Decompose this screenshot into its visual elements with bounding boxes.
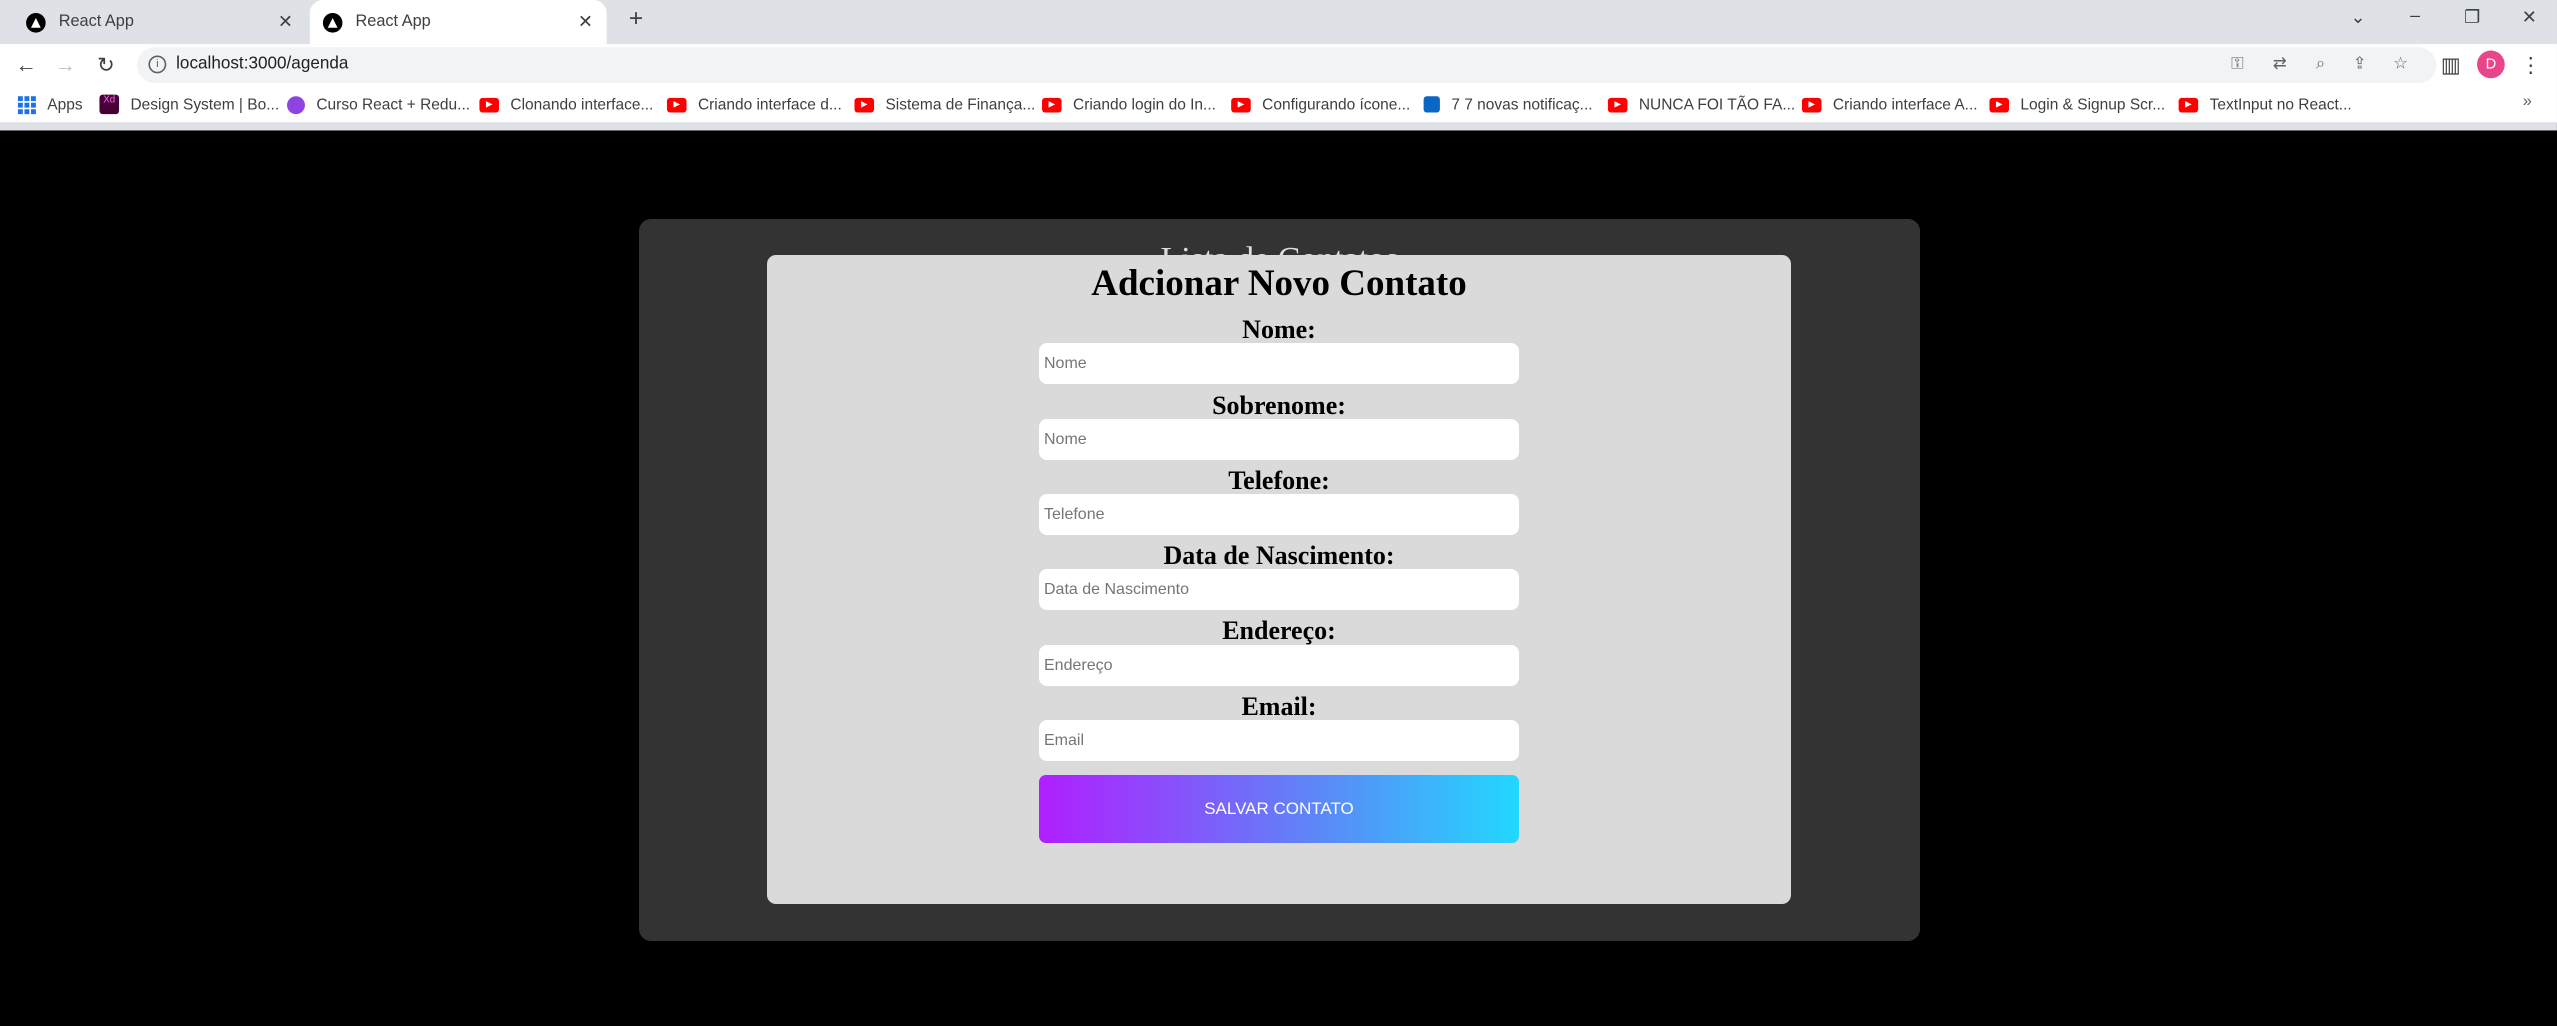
browser-tab-active[interactable]: React App ✕ <box>309 0 607 45</box>
bookmark-item[interactable]: TextInput no React... <box>2178 93 2352 116</box>
address-input[interactable] <box>1039 645 1519 686</box>
first-name-label: Nome: <box>1242 315 1316 344</box>
bookmark-label: Criando login do In... <box>1073 95 1216 114</box>
bookmark-item[interactable]: NUNCA FOI TÃO FA... <box>1607 93 1796 116</box>
address-bar[interactable]: i localhost:3000/agenda ⚿ ⇄ ⌕ ⇪ ☆ <box>136 47 2437 84</box>
youtube-icon <box>1989 97 2010 112</box>
bookmarks-bar: Apps Xd Design System | Bo... Curso Reac… <box>0 86 2557 124</box>
restore-icon[interactable]: ❐ <box>2456 7 2489 28</box>
address-url[interactable]: localhost:3000/agenda <box>176 54 348 74</box>
bookmark-item[interactable]: 7 7 novas notificaç... <box>1423 93 1593 116</box>
bookmark-label: Design System | Bo... <box>130 95 280 114</box>
site-info-icon[interactable]: i <box>148 55 167 74</box>
bookmark-label: Clonando interface... <box>510 95 654 114</box>
phone-label: Telefone: <box>1228 466 1330 495</box>
bookmark-label: Apps <box>47 95 83 114</box>
bookmark-label: Login & Signup Scr... <box>2020 95 2166 114</box>
save-contact-button[interactable]: SALVAR CONTATO <box>1039 775 1519 843</box>
translate-icon[interactable]: ⇄ <box>2268 55 2291 73</box>
tab-close-icon[interactable]: ✕ <box>274 11 297 33</box>
browser-chrome: React App ✕ React App ✕ + ⌄ – ❐ ✕ ← → ↻ … <box>0 0 2557 131</box>
profile-avatar[interactable]: D <box>2477 50 2505 79</box>
bookmark-label: Configurando ícone... <box>1262 95 1411 114</box>
bookmark-label: 7 7 novas notificaç... <box>1451 95 1593 114</box>
password-key-icon[interactable]: ⚿ <box>2226 55 2249 73</box>
bookmark-item[interactable]: Login & Signup Scr... <box>1989 93 2165 116</box>
redux-icon <box>287 95 305 114</box>
bookmark-label: NUNCA FOI TÃO FA... <box>1638 95 1796 114</box>
email-label: Email: <box>1241 692 1317 721</box>
address-label: Endereço: <box>1222 616 1336 645</box>
side-panel-icon[interactable]: ▥ <box>2438 52 2464 78</box>
bookmark-label: Criando interface A... <box>1832 95 1978 114</box>
youtube-icon <box>1042 97 1062 112</box>
menu-kebab-icon[interactable]: ⋮ <box>2518 52 2544 78</box>
youtube-icon <box>1607 97 1628 112</box>
bookmark-label: Criando interface d... <box>697 95 842 114</box>
bookmark-item[interactable]: Criando interface A... <box>1801 93 1978 116</box>
bookmark-item[interactable]: Curso React + Redu... <box>287 93 470 116</box>
bookmark-item[interactable]: Criando interface d... <box>666 93 842 116</box>
youtube-icon <box>2178 97 2199 112</box>
xd-icon: Xd <box>99 94 120 115</box>
youtube-icon <box>1231 97 1251 112</box>
phone-input[interactable] <box>1039 494 1519 535</box>
bookmark-star-icon[interactable]: ☆ <box>2389 55 2412 73</box>
bookmark-item[interactable]: Criando login do In... <box>1042 93 1216 116</box>
bookmark-item[interactable]: Clonando interface... <box>479 93 653 116</box>
linkedin-icon <box>1423 96 1440 113</box>
forward-icon[interactable]: → <box>52 52 78 78</box>
react-app-favicon-icon <box>26 12 46 32</box>
browser-tab[interactable]: React App ✕ <box>13 0 307 44</box>
last-name-label: Sobrenome: <box>1212 391 1346 420</box>
minimize-icon[interactable]: – <box>2399 7 2432 27</box>
zoom-icon[interactable]: ⌕ <box>2309 55 2332 73</box>
more-bookmarks-icon[interactable]: » <box>2523 93 2532 111</box>
tab-search-icon[interactable]: ⌄ <box>2342 7 2375 28</box>
bookmark-item[interactable]: Sistema de Finança... <box>854 93 1035 116</box>
bookmark-label: Sistema de Finança... <box>885 95 1036 114</box>
new-tab-icon[interactable]: + <box>623 6 649 33</box>
react-app-favicon-icon <box>322 12 343 32</box>
last-name-input[interactable] <box>1039 419 1519 460</box>
birthdate-input[interactable] <box>1039 569 1519 610</box>
apps-grid-icon <box>17 95 36 114</box>
page-content: Lista de Contatos Adcionar Novo Contato … <box>0 131 2557 1026</box>
bookmark-apps[interactable]: Apps <box>17 93 83 116</box>
modal-title: Adcionar Novo Contato <box>1091 263 1467 304</box>
email-input[interactable] <box>1039 720 1519 761</box>
close-window-icon[interactable]: ✕ <box>2513 7 2546 28</box>
tab-title: React App <box>355 13 431 31</box>
bookmark-label: TextInput no React... <box>2209 95 2352 114</box>
tab-close-icon[interactable]: ✕ <box>574 11 597 33</box>
back-icon[interactable]: ← <box>13 52 39 78</box>
tab-title: React App <box>58 13 134 31</box>
youtube-icon <box>666 97 687 112</box>
bookmark-label: Curso React + Redu... <box>316 95 471 114</box>
youtube-icon <box>1801 97 1822 112</box>
birthdate-label: Data de Nascimento: <box>1163 541 1395 570</box>
share-icon[interactable]: ⇪ <box>2348 55 2371 73</box>
browser-toolbar: ← → ↻ i localhost:3000/agenda ⚿ ⇄ ⌕ ⇪ ☆ … <box>0 44 2557 87</box>
first-name-input[interactable] <box>1039 343 1519 384</box>
youtube-icon <box>854 97 875 112</box>
bookmark-item[interactable]: Configurando ícone... <box>1231 93 1410 116</box>
tab-strip: React App ✕ React App ✕ + ⌄ – ❐ ✕ <box>0 0 2557 45</box>
add-contact-modal: Adcionar Novo Contato Nome: Sobrenome: T… <box>767 255 1791 904</box>
youtube-icon <box>479 97 499 112</box>
bookmark-item[interactable]: Xd Design System | Bo... <box>99 93 279 116</box>
reload-icon[interactable]: ↻ <box>93 52 119 78</box>
